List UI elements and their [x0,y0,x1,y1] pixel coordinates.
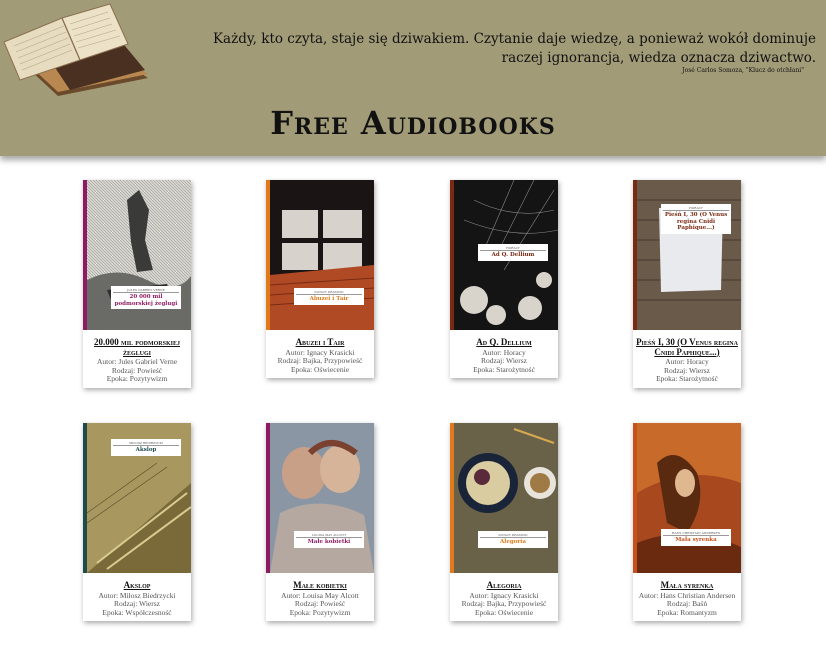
book-title-link[interactable]: Abuzei i Tair [268,337,372,348]
book-card[interactable]: IGNACY KRASICKI Alegoria Alegoria Autor:… [450,423,558,621]
book-title-link[interactable]: Małe kobietki [268,580,372,591]
book-epoch: Epoka: Oświecenie [474,607,534,617]
book-meta: Pieśń I, 30 (O Venus regina Cnidi Paphiq… [633,330,741,388]
book-epoch: Epoka: Romantyzm [657,607,717,617]
book-card[interactable]: IGNACY KRASICKI Abuzei i Tair Abuzei i T… [266,180,374,378]
book-epoch: Epoka: Starożytność [656,374,718,383]
cover-label: IGNACY KRASICKI Abuzei i Tair [294,288,364,305]
cover-label: LOUISA MAY ALCOTT Małe kobietki [294,531,364,548]
site-header: Każdy, kto czyta, staje się dziwakiem. C… [0,0,826,156]
site-title[interactable]: Free Audiobooks [0,104,826,142]
book-meta: Mała syrenka Autor: Hans Christian Ander… [633,573,741,621]
book-epoch: Epoka: Współczesność [102,607,172,617]
book-epoch: Epoka: Pozytywizm [289,607,351,617]
book-card[interactable]: HORACY Pieśń I, 30 (O Venus regina Cnidi… [633,180,741,388]
book-epoch: Epoka: Pozytywizm [106,374,168,383]
book-cover[interactable]: HORACY Ad Q. Dellium [450,180,558,330]
cover-label: MIŁOSZ BIEDRZYCKI Akslop [111,439,181,456]
book-meta: Abuzei i Tair Autor: Ignacy Krasicki Rod… [266,330,374,378]
cover-label: JULES GABRIEL VERNE 20 000 mil podmorski… [111,286,181,309]
book-card[interactable]: MIŁOSZ BIEDRZYCKI Akslop Akslop Autor: M… [83,423,191,621]
book-meta: Małe kobietki Autor: Louisa May Alcott R… [266,573,374,621]
cover-image [270,423,374,573]
book-cover[interactable]: HORACY Pieśń I, 30 (O Venus regina Cnidi… [633,180,741,330]
cover-image [270,180,374,330]
book-meta: Ad Q. Dellium Autor: Horacy Rodzaj: Wier… [450,330,558,378]
book-card[interactable]: LOUISA MAY ALCOTT Małe kobietki Małe kob… [266,423,374,621]
book-epoch: Epoka: Oświecenie [290,364,350,374]
book-card[interactable]: HORACY Ad Q. Dellium Ad Q. Dellium Autor… [450,180,558,378]
book-cover[interactable]: IGNACY KRASICKI Abuzei i Tair [266,180,374,330]
book-title-link[interactable]: Akslop [85,580,189,591]
book-meta: Alegoria Autor: Ignacy Krasicki Rodzaj: … [450,573,558,621]
book-meta: 20.000 mil podmorskiej żeglugi Autor: Ju… [83,330,191,388]
book-title-link[interactable]: Mała syrenka [635,580,739,591]
cover-label: HORACY Ad Q. Dellium [478,244,548,261]
book-cover[interactable]: MIŁOSZ BIEDRZYCKI Akslop [83,423,191,573]
book-title-link[interactable]: Ad Q. Dellium [452,337,556,348]
cover-label: HANS CHRISTIAN ANDERSEN Mała syrenka [661,529,731,546]
cover-image [637,423,741,573]
book-title-link[interactable]: 20.000 mil podmorskiej żeglugi [85,337,189,357]
book-card[interactable]: HANS CHRISTIAN ANDERSEN Mała syrenka Mał… [633,423,741,621]
cover-image [454,423,558,573]
cover-label: IGNACY KRASICKI Alegoria [478,531,548,548]
book-epoch: Epoka: Starożytność [473,364,535,374]
book-title-link[interactable]: Pieśń I, 30 (O Venus regina Cnidi Paphiq… [635,337,739,357]
book-meta: Akslop Autor: Miłosz Biedrzycki Rodzaj: … [83,573,191,621]
cover-label: HORACY Pieśń I, 30 (O Venus regina Cnidi… [661,204,731,234]
book-title-link[interactable]: Alegoria [452,580,556,591]
open-book-illustration [3,3,148,96]
book-cover[interactable]: JULES GABRIEL VERNE 20 000 mil podmorski… [83,180,191,330]
book-card[interactable]: JULES GABRIEL VERNE 20 000 mil podmorski… [83,180,191,388]
header-quote: Każdy, kto czyta, staje się dziwakiem. C… [212,31,816,66]
quote-source: José Carlos Somoza, "Klucz do otchłani" [682,67,804,74]
cover-image [637,180,741,330]
book-cover[interactable]: LOUISA MAY ALCOTT Małe kobietki [266,423,374,573]
book-cover[interactable]: IGNACY KRASICKI Alegoria [450,423,558,573]
book-cover[interactable]: HANS CHRISTIAN ANDERSEN Mała syrenka [633,423,741,573]
